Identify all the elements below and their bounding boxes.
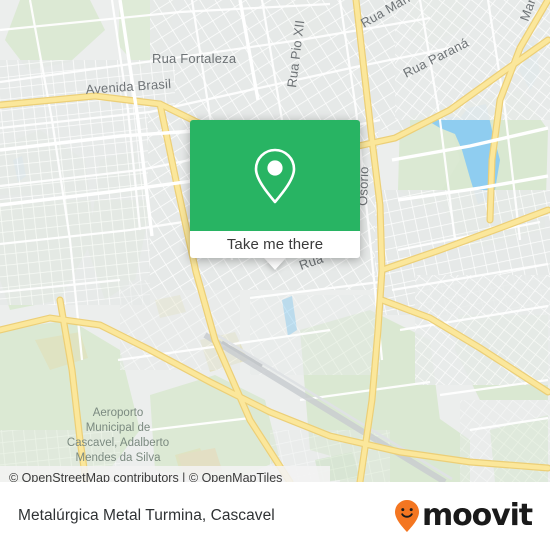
popup-tail bbox=[264, 258, 286, 270]
map-place-label-line: Aeroporto bbox=[93, 407, 144, 419]
map-place-label-line: Mendes da Silva bbox=[75, 452, 161, 464]
map-place-label-line: Municipal de bbox=[86, 422, 151, 434]
map-pin-icon bbox=[253, 147, 297, 205]
moovit-logo[interactable]: moovit bbox=[394, 498, 533, 533]
map-street-label: Rua Fortaleza bbox=[152, 51, 237, 66]
moovit-smiley-pin-icon bbox=[394, 499, 420, 533]
take-me-there-button[interactable]: Take me there bbox=[190, 231, 360, 258]
moovit-wordmark: moovit bbox=[421, 498, 533, 533]
map-popup-card[interactable]: Take me there bbox=[190, 120, 360, 258]
place-title: Metalúrgica Metal Turmina, Cascavel bbox=[18, 507, 275, 524]
take-me-there-label: Take me there bbox=[226, 236, 324, 253]
bottom-bar: Metalúrgica Metal Turmina, Cascavel moov… bbox=[0, 482, 550, 550]
map-place-label-line: Cascavel, Adalberto bbox=[67, 437, 169, 449]
popup-header[interactable] bbox=[190, 120, 360, 231]
map-screen: Rua Fortaleza Avenida Brasil Rua Pio XII Ru… bbox=[0, 0, 550, 550]
